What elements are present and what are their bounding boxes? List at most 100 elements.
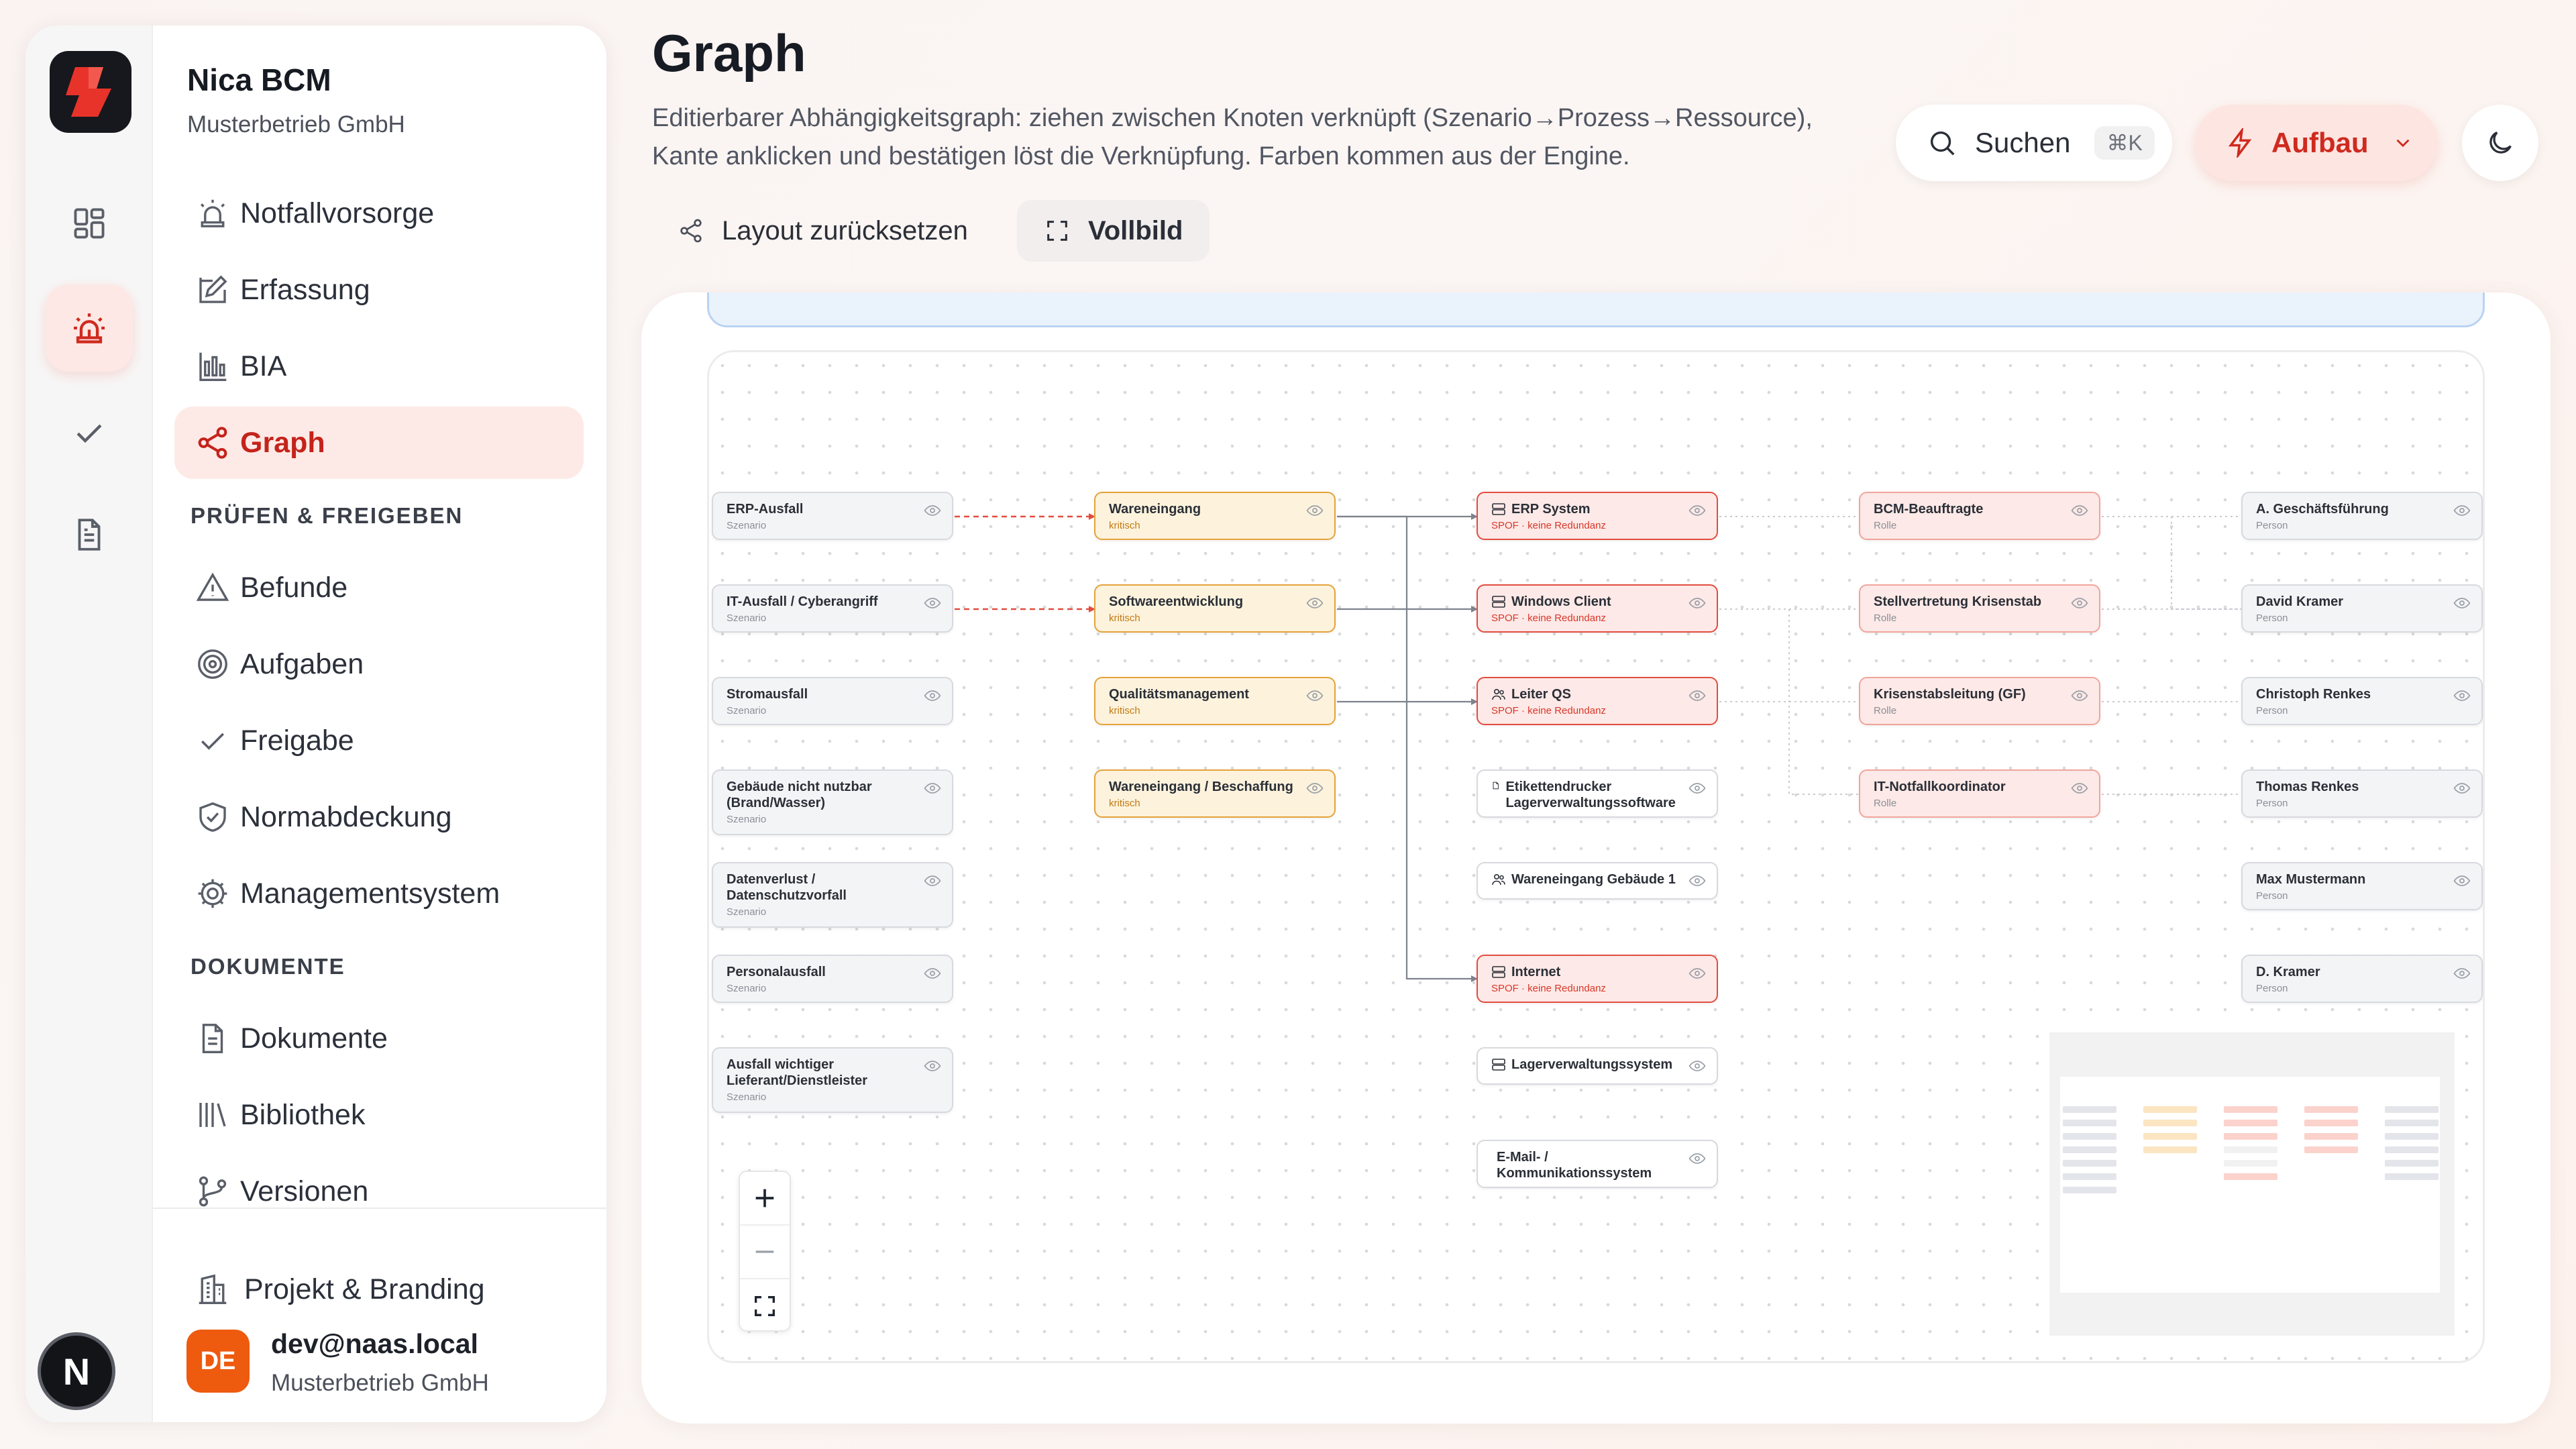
search-icon <box>1930 131 1955 156</box>
fullscreen-button[interactable]: Vollbild <box>1017 200 1210 262</box>
nav-item-aufgaben[interactable]: Aufgaben <box>174 628 584 700</box>
graph-node-resource[interactable]: E-Mail- / Kommunikationssystem <box>1477 1140 1718 1188</box>
graph-node-role[interactable]: Krisenstabsleitung (GF) Rolle <box>1859 677 2100 725</box>
nav-item-notfallvorsorge[interactable]: Notfallvorsorge <box>174 177 584 250</box>
minimap-node <box>2063 1106 2116 1113</box>
eye-icon[interactable] <box>924 1059 941 1073</box>
graph-node-person[interactable]: Christoph Renkes Person <box>2241 677 2483 725</box>
nav-item-versionen[interactable]: Versionen <box>174 1155 584 1228</box>
eye-icon[interactable] <box>2453 596 2471 610</box>
eye-icon[interactable] <box>924 874 941 888</box>
eye-icon[interactable] <box>1306 596 1324 610</box>
fit-view-button[interactable] <box>740 1279 790 1333</box>
theme-toggle-button[interactable] <box>2462 105 2538 181</box>
rail-dashboard-button[interactable] <box>46 180 133 267</box>
eye-icon[interactable] <box>2453 967 2471 980</box>
minimap-node <box>2143 1120 2197 1126</box>
graph-node-resource[interactable]: Leiter QS SPOF · keine Redundanz <box>1477 677 1718 725</box>
nav-item-managementsystem[interactable]: Managementsystem <box>174 857 584 930</box>
eye-icon[interactable] <box>2071 782 2088 795</box>
zoom-in-button[interactable] <box>740 1172 790 1226</box>
eye-icon[interactable] <box>2453 689 2471 702</box>
eye-icon[interactable] <box>924 967 941 980</box>
edge-process-resource[interactable] <box>1337 515 1477 980</box>
graph-node-resource[interactable]: Windows Client SPOF · keine Redundanz <box>1477 584 1718 633</box>
graph-node-resource[interactable]: ERP System SPOF · keine Redundanz <box>1477 492 1718 540</box>
node-subtitle: SPOF · keine Redundanz <box>1491 612 1606 624</box>
rail-approval-button[interactable] <box>46 389 133 476</box>
graph-node-person[interactable]: Thomas Renkes Person <box>2241 769 2483 818</box>
eye-icon[interactable] <box>1306 782 1324 795</box>
eye-icon[interactable] <box>2453 782 2471 795</box>
eye-icon[interactable] <box>924 504 941 517</box>
rail-documents-button[interactable] <box>46 491 133 578</box>
eye-icon[interactable] <box>1688 782 1706 795</box>
eye-icon[interactable] <box>1688 596 1706 610</box>
nav-item-freigabe[interactable]: Freigabe <box>174 704 584 777</box>
nav-item-normabdeckung[interactable]: Normabdeckung <box>174 781 584 853</box>
nav-item-dokumente[interactable]: Dokumente <box>174 1002 584 1075</box>
reset-layout-button[interactable]: Layout zurücksetzen <box>651 200 995 262</box>
nav-item-befunde[interactable]: Befunde <box>174 551 584 624</box>
graph-node-resource[interactable]: Internet SPOF · keine Redundanz <box>1477 955 1718 1003</box>
graph-node-person[interactable]: A. Geschäftsführung Person <box>2241 492 2483 540</box>
graph-node-person[interactable]: David Kramer Person <box>2241 584 2483 633</box>
rail-avatar[interactable]: N <box>38 1332 115 1410</box>
graph-node-scenario[interactable]: Gebäude nicht nutzbar (Brand/Wasser) Sze… <box>712 769 953 835</box>
graph-node-role[interactable]: Stellvertretung Krisenstab Rolle <box>1859 584 2100 633</box>
graph-node-resource[interactable]: Etikettendrucker Lagerverwaltungssoftwar… <box>1477 769 1718 818</box>
eye-icon[interactable] <box>2071 689 2088 702</box>
graph-node-scenario[interactable]: Ausfall wichtiger Lieferant/Dienstleiste… <box>712 1047 953 1113</box>
nav-item-bia[interactable]: BIA <box>174 330 584 402</box>
mode-dropdown-button[interactable]: Aufbau <box>2195 105 2438 181</box>
graph-node-scenario[interactable]: IT-Ausfall / Cyberangriff Szenario <box>712 584 953 633</box>
graph-node-person[interactable]: D. Kramer Person <box>2241 955 2483 1003</box>
eye-icon[interactable] <box>1306 504 1324 517</box>
eye-icon[interactable] <box>1688 1059 1706 1073</box>
eye-icon[interactable] <box>1688 967 1706 980</box>
graph-node-scenario[interactable]: Datenverlust / Datenschutzvorfall Szenar… <box>712 862 953 928</box>
app-logo[interactable] <box>50 51 131 133</box>
eye-icon[interactable] <box>2071 504 2088 517</box>
eye-icon[interactable] <box>1688 874 1706 888</box>
eye-icon[interactable] <box>1688 689 1706 702</box>
graph-canvas[interactable]: ERP-Ausfall Szenario IT-Ausfall / Cybera… <box>707 350 2485 1363</box>
user-avatar[interactable]: DE <box>186 1330 250 1393</box>
zoom-out-button[interactable] <box>740 1226 790 1279</box>
search-button[interactable]: Suchen ⌘K <box>1896 105 2172 181</box>
eye-icon[interactable] <box>2453 874 2471 888</box>
graph-node-person[interactable]: Max Mustermann Person <box>2241 862 2483 910</box>
library-icon <box>199 1103 226 1127</box>
rail-emergency-button[interactable] <box>46 284 133 372</box>
eye-icon[interactable] <box>924 782 941 795</box>
nav-item-bibliothek[interactable]: Bibliothek <box>174 1079 584 1151</box>
graph-node-process[interactable]: Qualitätsmanagement kritisch <box>1094 677 1336 725</box>
minimap[interactable] <box>2049 1032 2455 1336</box>
graph-node-process[interactable]: Softwareentwicklung kritisch <box>1094 584 1336 633</box>
nav-item-projekt-branding[interactable]: Projekt & Branding <box>174 1253 584 1326</box>
eye-icon[interactable] <box>924 596 941 610</box>
graph-node-resource[interactable]: Wareneingang Gebäude 1 <box>1477 862 1718 900</box>
graph-node-resource[interactable]: Lagerverwaltungssystem <box>1477 1047 1718 1085</box>
eye-icon[interactable] <box>1306 689 1324 702</box>
eye-icon[interactable] <box>1688 504 1706 517</box>
eye-icon[interactable] <box>924 689 941 702</box>
nav-item-erfassung[interactable]: Erfassung <box>174 254 584 326</box>
eye-icon[interactable] <box>1688 1152 1706 1165</box>
graph-node-process[interactable]: Wareneingang / Beschaffung kritisch <box>1094 769 1336 818</box>
graph-node-scenario[interactable]: Personalausfall Szenario <box>712 955 953 1003</box>
graph-node-role[interactable]: IT-Notfallkoordinator Rolle <box>1859 769 2100 818</box>
graph-node-process[interactable]: Wareneingang kritisch <box>1094 492 1336 540</box>
nav-item-graph[interactable]: Graph <box>174 407 584 479</box>
node-subtitle: Person <box>2256 983 2288 994</box>
edge-role-person[interactable] <box>2102 516 2241 610</box>
graph-node-scenario[interactable]: ERP-Ausfall Szenario <box>712 492 953 540</box>
eye-icon[interactable] <box>2071 596 2088 610</box>
node-title: Gebäude nicht nutzbar (Brand/Wasser) <box>727 780 872 810</box>
node-title: Softwareentwicklung <box>1109 594 1244 609</box>
graph-node-role[interactable]: BCM-Beauftragte Rolle <box>1859 492 2100 540</box>
graph-node-scenario[interactable]: Stromausfall Szenario <box>712 677 953 725</box>
eye-icon[interactable] <box>2453 504 2471 517</box>
node-subtitle: Rolle <box>1874 612 1897 624</box>
document-icon <box>78 519 101 551</box>
